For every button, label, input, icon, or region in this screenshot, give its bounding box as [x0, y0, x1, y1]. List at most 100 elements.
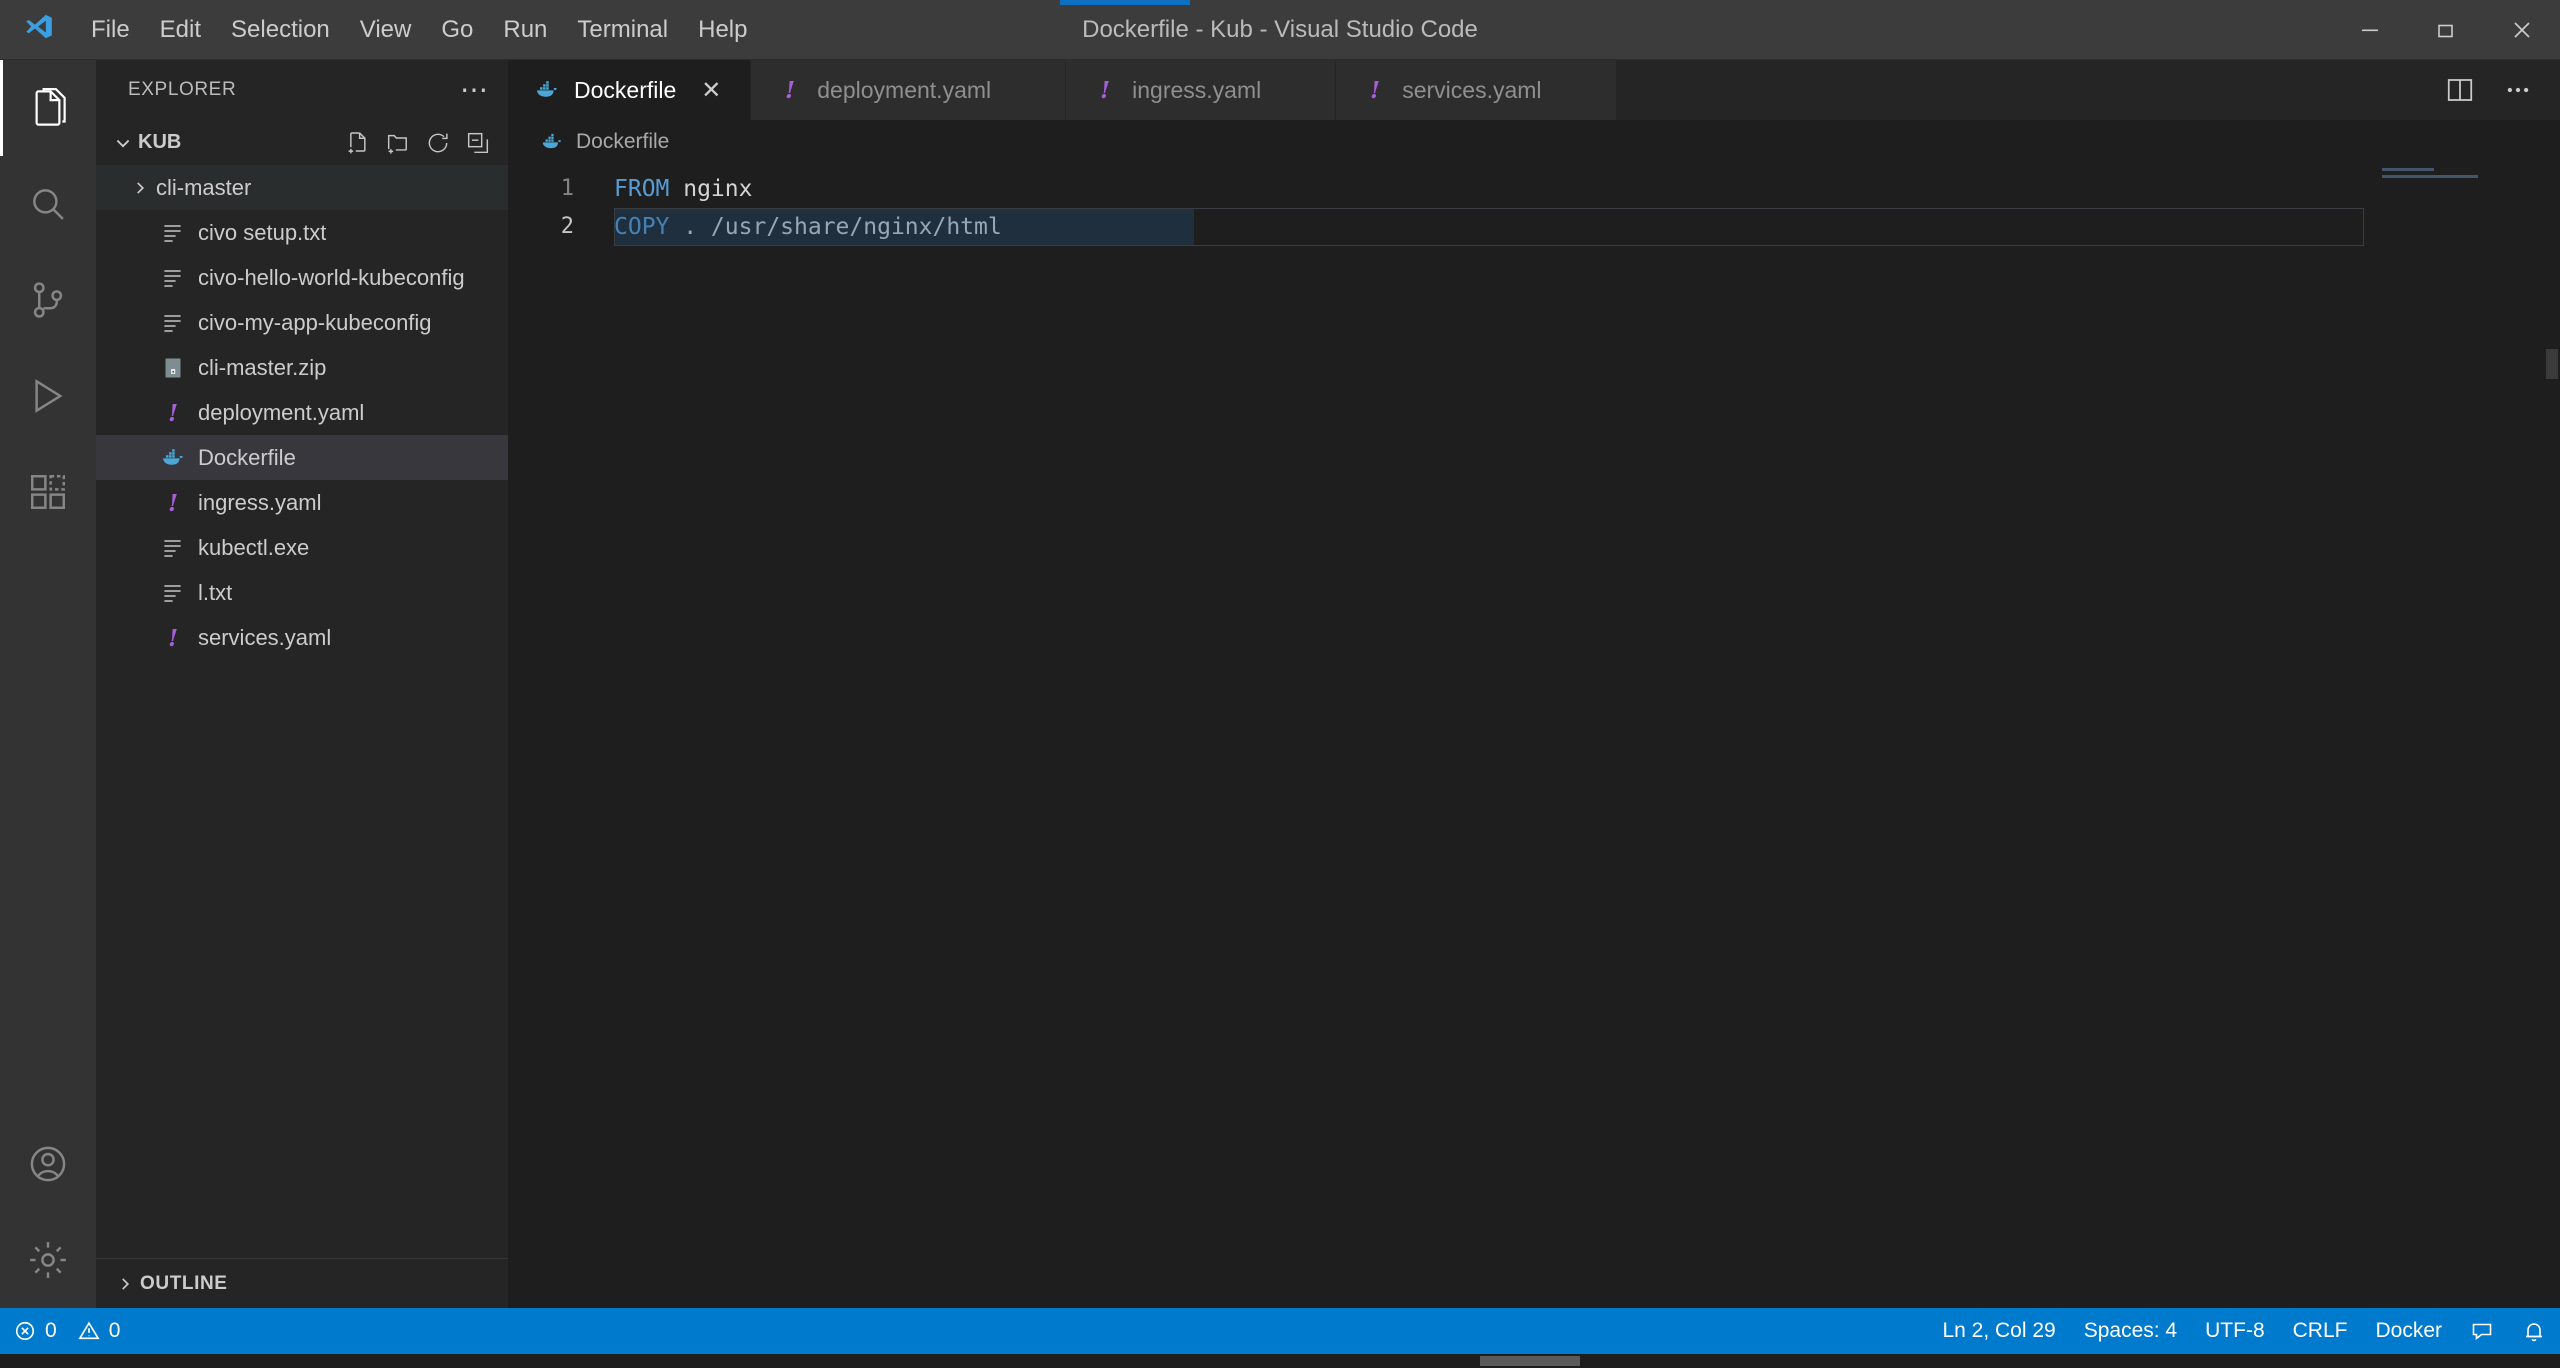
editor-group: Dockerfile ✕ ! deployment.yaml ✕ — [508, 60, 2560, 1308]
menu-item-help[interactable]: Help — [683, 0, 762, 60]
code-content[interactable]: FROM nginx COPY . /usr/share/nginx/html — [586, 164, 2560, 1308]
chevron-right-icon — [110, 1275, 140, 1293]
refresh-icon[interactable] — [422, 127, 454, 159]
scrollbar-thumb[interactable] — [1480, 1356, 1580, 1366]
file-tree-item-civo-setup-txt[interactable]: civo setup.txt — [96, 210, 508, 255]
activity-item-extensions[interactable] — [0, 444, 96, 540]
status-bar: 0 0 Ln 2, Col 29 Spaces: 4 UTF-8 CRLF Do… — [0, 1308, 2560, 1354]
status-warning-count: 0 — [108, 1319, 121, 1342]
svg-text:!: ! — [1370, 78, 1380, 102]
file-tree-label: Dockerfile — [198, 444, 296, 470]
horizontal-scrollbar[interactable] — [0, 1354, 2560, 1368]
file-tree-label: deployment.yaml — [198, 399, 365, 425]
code-editor[interactable]: 1 2 FROM nginx COPY . /usr/share/nginx/h… — [508, 164, 2560, 1308]
file-tree-item-services-yaml[interactable]: ! services.yaml — [96, 615, 508, 660]
vscode-logo-icon — [0, 0, 76, 60]
ellipsis-icon[interactable] — [2498, 70, 2538, 110]
feedback-icon — [2470, 1319, 2494, 1343]
file-tree-label: services.yaml — [198, 624, 332, 650]
svg-text:!: ! — [785, 78, 795, 102]
tab-ingress-yaml[interactable]: ! ingress.yaml ✕ — [1066, 60, 1337, 120]
menu-item-edit[interactable]: Edit — [145, 0, 216, 60]
tab-close-icon[interactable]: ✕ — [694, 73, 728, 107]
file-tree-label: kubectl.exe — [198, 534, 310, 560]
file-tree-item-deployment-yaml[interactable]: ! deployment.yaml — [96, 390, 508, 435]
activity-item-accounts[interactable] — [0, 1116, 96, 1212]
file-tree-label: l.txt — [198, 579, 233, 605]
collapse-all-icon[interactable] — [462, 127, 494, 159]
code-token-arg: nginx — [669, 176, 753, 202]
status-indentation[interactable]: Spaces: 4 — [2070, 1308, 2191, 1354]
zip-file-icon — [156, 356, 190, 380]
accent-line — [1060, 0, 1190, 5]
code-token-keyword: FROM — [614, 176, 670, 202]
editor-scrollbar[interactable] — [2542, 164, 2560, 1308]
line-number-gutter: 1 2 — [508, 164, 586, 1308]
activity-item-source-control[interactable] — [0, 252, 96, 348]
activity-item-run-and-debug[interactable] — [0, 348, 96, 444]
file-tree-label: civo setup.txt — [198, 219, 327, 245]
folder-root-row[interactable]: KUB — [96, 120, 508, 165]
scrollbar-thumb[interactable] — [2546, 349, 2558, 379]
docker-file-icon — [532, 77, 562, 103]
status-problems-errors[interactable]: 0 0 — [0, 1308, 134, 1354]
sidebar-header: EXPLORER ⋯ — [96, 60, 508, 120]
status-error-count: 0 — [45, 1319, 57, 1342]
file-tree-item-cli-master[interactable]: cli-master — [96, 165, 508, 210]
menu-item-selection[interactable]: Selection — [216, 0, 345, 60]
outline-section-header[interactable]: OUTLINE — [96, 1258, 508, 1308]
line-number: 1 — [560, 176, 574, 201]
file-tree-item-ingress-yaml[interactable]: ! ingress.yaml — [96, 480, 508, 525]
tab-services-yaml[interactable]: ! services.yaml ✕ — [1336, 60, 1617, 120]
sidebar-explorer: EXPLORER ⋯ KUB cli-master civo setup.txt… — [96, 60, 508, 1308]
selection-highlight — [614, 208, 1194, 246]
status-language-mode[interactable]: Docker — [2361, 1308, 2456, 1354]
activity-item-search[interactable] — [0, 156, 96, 252]
minimap[interactable] — [2382, 168, 2542, 228]
close-button[interactable] — [2484, 0, 2560, 60]
breadcrumb[interactable]: Dockerfile — [508, 120, 2560, 164]
file-tree-label: ingress.yaml — [198, 489, 322, 515]
file-tree-item-cli-master-zip[interactable]: cli-master.zip — [96, 345, 508, 390]
editor-tab-bar: Dockerfile ✕ ! deployment.yaml ✕ — [508, 60, 2560, 120]
tab-label: services.yaml — [1402, 76, 1542, 103]
file-tree-item-civo-hello-world-kubeconfig[interactable]: civo-hello-world-kubeconfig — [96, 255, 508, 300]
new-file-icon[interactable] — [342, 127, 374, 159]
status-notifications[interactable] — [2508, 1308, 2560, 1354]
yaml-file-icon: ! — [156, 491, 190, 515]
file-tree-item-civo-my-app-kubeconfig[interactable]: civo-my-app-kubeconfig — [96, 300, 508, 345]
svg-text:!: ! — [168, 626, 178, 650]
tab-deployment-yaml[interactable]: ! deployment.yaml ✕ — [751, 60, 1067, 120]
status-cursor-position[interactable]: Ln 2, Col 29 — [1928, 1308, 2069, 1354]
new-folder-icon[interactable] — [382, 127, 414, 159]
editor-tabs: Dockerfile ✕ ! deployment.yaml ✕ — [508, 60, 1617, 120]
tab-dockerfile[interactable]: Dockerfile ✕ — [508, 60, 752, 120]
file-tree: cli-master civo setup.txt civo-hello-wor… — [96, 165, 508, 1258]
tab-label: deployment.yaml — [817, 76, 992, 103]
yaml-file-icon: ! — [1360, 78, 1390, 102]
menu-item-run[interactable]: Run — [488, 0, 562, 60]
status-encoding[interactable]: UTF-8 — [2191, 1308, 2279, 1354]
maximize-button[interactable] — [2408, 0, 2484, 60]
docker-file-icon — [156, 445, 190, 471]
menu-item-file[interactable]: File — [76, 0, 145, 60]
line-number: 2 — [560, 214, 574, 239]
svg-text:!: ! — [168, 491, 178, 515]
minimize-button[interactable] — [2332, 0, 2408, 60]
activity-item-manage-gear-icon[interactable] — [0, 1212, 96, 1308]
sidebar-more-actions-icon[interactable]: ⋯ — [460, 76, 490, 104]
split-editor-icon[interactable] — [2440, 70, 2480, 110]
activity-item-explorer[interactable] — [0, 60, 96, 156]
menu-item-go[interactable]: Go — [426, 0, 488, 60]
file-tree-item-kubectl-exe[interactable]: kubectl.exe — [96, 525, 508, 570]
status-feedback[interactable] — [2456, 1308, 2508, 1354]
menu-item-view[interactable]: View — [345, 0, 427, 60]
file-tree-item-l-txt[interactable]: l.txt — [96, 570, 508, 615]
error-icon — [14, 1320, 36, 1342]
yaml-file-icon: ! — [156, 401, 190, 425]
file-tree-item-dockerfile[interactable]: Dockerfile — [96, 435, 508, 480]
file-tree-label: civo-hello-world-kubeconfig — [198, 264, 465, 290]
menu-item-terminal[interactable]: Terminal — [562, 0, 683, 60]
chevron-right-icon — [124, 179, 156, 197]
status-eol[interactable]: CRLF — [2279, 1308, 2362, 1354]
